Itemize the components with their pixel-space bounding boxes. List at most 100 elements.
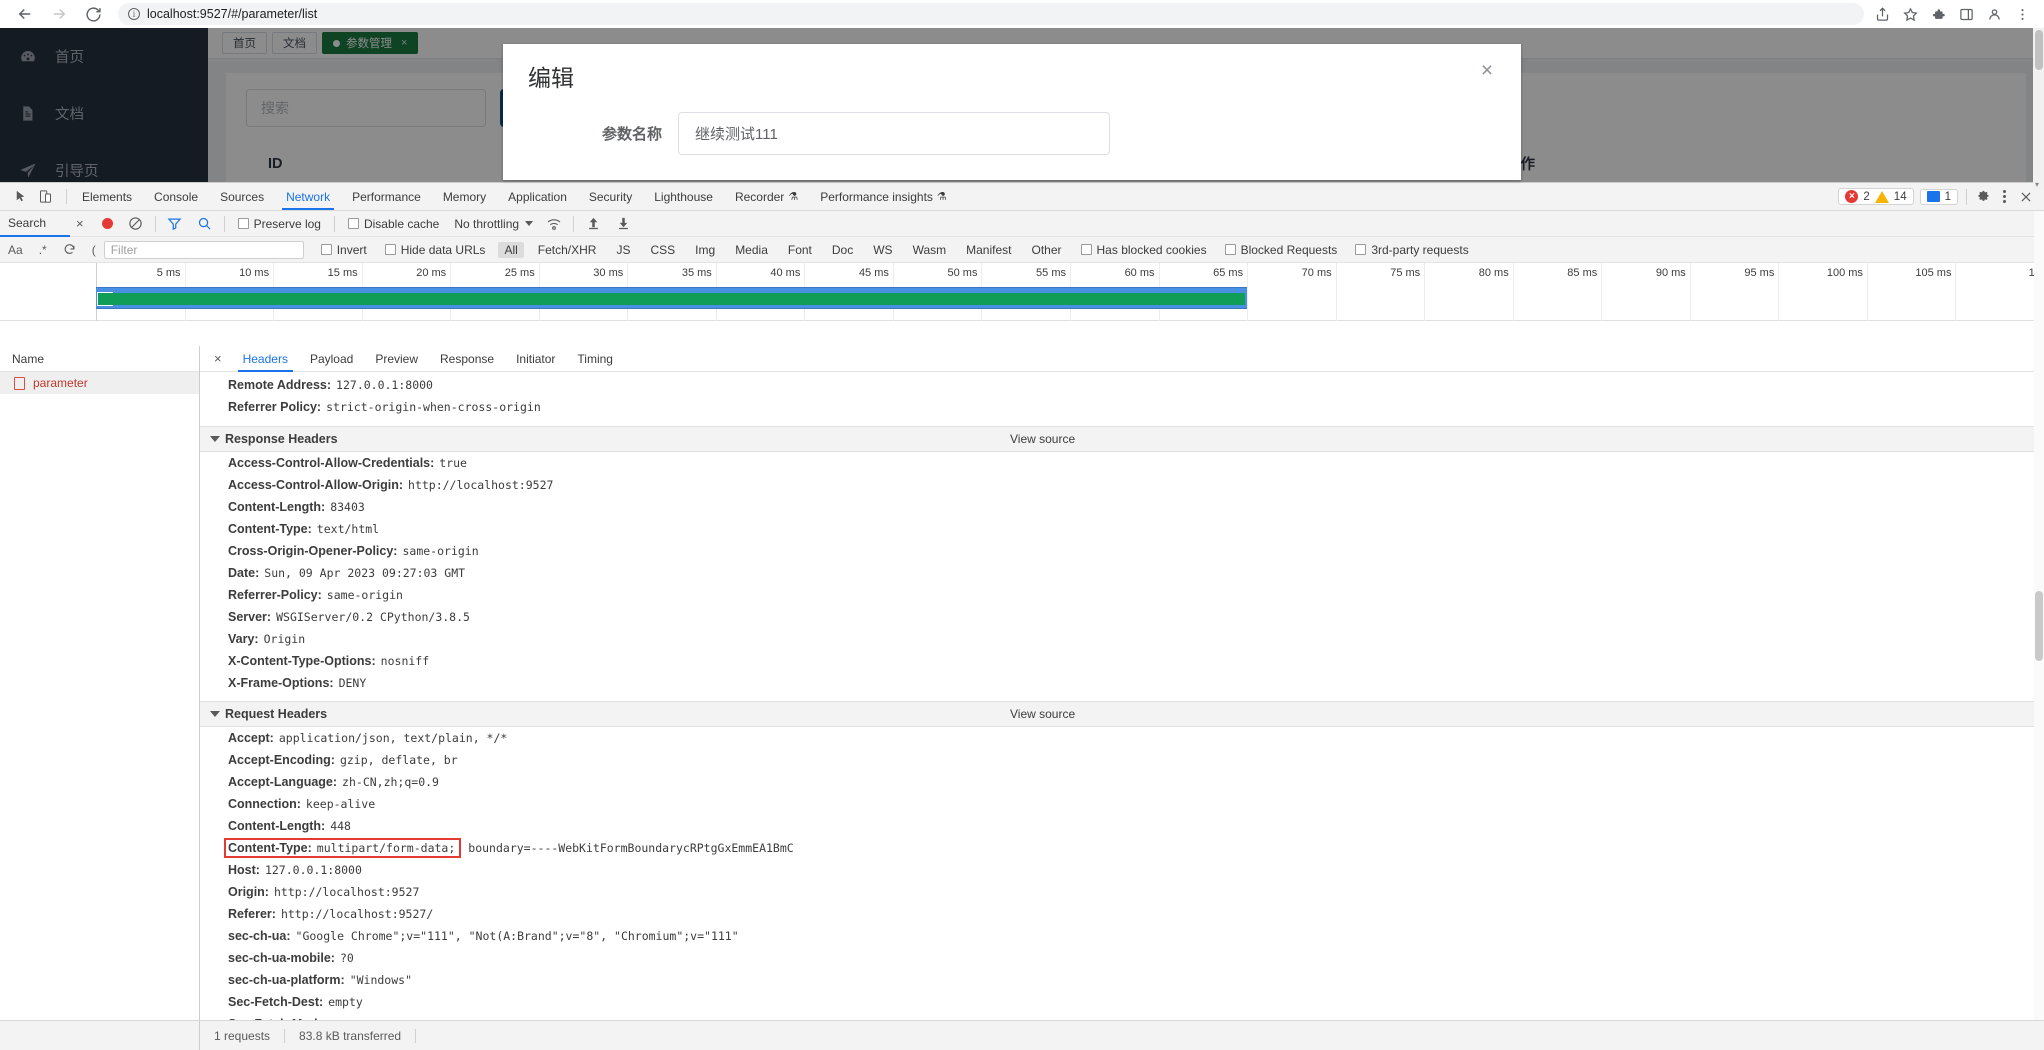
gear-icon[interactable] (1975, 188, 1992, 205)
search-input[interactable]: 搜索 (246, 89, 486, 127)
bookmark-star-icon[interactable] (1902, 6, 1918, 22)
preserve-log-checkbox[interactable]: Preserve log (237, 217, 321, 231)
detail-tab-response[interactable]: Response (429, 346, 505, 372)
hide-data-urls-checkbox[interactable]: Hide data URLs (384, 243, 485, 257)
tab-elements[interactable]: Elements (71, 183, 143, 210)
header-key: Date: (228, 566, 260, 580)
type-filter-fetch-xhr[interactable]: Fetch/XHR (532, 242, 603, 258)
device-toolbar-icon[interactable] (37, 188, 54, 205)
sidebar-item-docs[interactable]: 文档 (0, 85, 208, 142)
request-list-column-header[interactable]: Name (0, 346, 199, 372)
detail-close-icon[interactable]: × (204, 351, 232, 366)
type-filter-js[interactable]: JS (610, 242, 636, 258)
has-blocked-cookies-checkbox[interactable]: Has blocked cookies (1080, 243, 1207, 257)
sidepanel-icon[interactable] (1958, 6, 1974, 22)
wifi-settings-icon[interactable] (546, 216, 562, 232)
app-tab-home[interactable]: 首页 (222, 32, 267, 54)
address-bar[interactable]: i localhost:9527/#/parameter/list (118, 3, 1864, 25)
detail-tab-payload[interactable]: Payload (299, 346, 364, 372)
app-tab-close-icon[interactable]: × (401, 37, 407, 49)
type-filter-doc[interactable]: Doc (826, 242, 859, 258)
download-arrow-icon[interactable] (615, 216, 631, 232)
scroll-down-arrow-icon[interactable]: ▾ (2035, 180, 2039, 189)
response-headers-section[interactable]: Response Headers View source (200, 426, 2044, 452)
type-filter-img[interactable]: Img (689, 242, 721, 258)
search-tab[interactable]: Search (0, 211, 70, 237)
view-source-link[interactable]: View source (1010, 432, 1075, 446)
checkbox-icon[interactable] (320, 244, 332, 255)
close-icon[interactable]: × (1475, 58, 1499, 82)
checkbox-icon[interactable] (347, 218, 359, 229)
type-filter-manifest[interactable]: Manifest (960, 242, 1017, 258)
app-tab-parameter-management[interactable]: 参数管理 × (322, 32, 419, 54)
checkbox-icon[interactable] (1224, 244, 1236, 255)
type-filter-all[interactable]: All (498, 241, 524, 258)
tab-application[interactable]: Application (497, 183, 578, 210)
inspect-element-icon[interactable] (12, 188, 29, 205)
tab-performance[interactable]: Performance (341, 183, 432, 210)
tab-console[interactable]: Console (143, 183, 209, 210)
network-overview-timeline[interactable]: 5 ms 10 ms 15 ms 20 ms 25 ms 30 ms 35 ms 40 ms 4… (0, 263, 2044, 321)
funnel-filter-icon[interactable] (167, 216, 183, 232)
reload-icon[interactable] (78, 2, 108, 26)
detail-tab-initiator[interactable]: Initiator (505, 346, 566, 372)
type-filter-font[interactable]: Font (782, 242, 818, 258)
browser-kebab-menu-icon[interactable] (2014, 6, 2030, 22)
detail-scrollbar-thumb[interactable] (2035, 591, 2043, 661)
detail-tab-preview[interactable]: Preview (364, 346, 429, 372)
upload-arrow-icon[interactable] (585, 216, 601, 232)
parameter-name-input[interactable]: 继续测试111 (678, 112, 1110, 155)
blocked-requests-checkbox[interactable]: Blocked Requests (1224, 243, 1337, 257)
page-scrollbar[interactable]: ▾ (2033, 28, 2044, 190)
tab-sources[interactable]: Sources (209, 183, 275, 210)
type-filter-css[interactable]: CSS (644, 242, 681, 258)
regex-icon[interactable]: .* (31, 243, 55, 257)
clear-no-entry-icon[interactable] (128, 216, 144, 232)
tab-recorder[interactable]: Recorder ⚗ (724, 183, 809, 210)
checkbox-icon[interactable] (237, 218, 249, 229)
tab-security[interactable]: Security (578, 183, 643, 210)
detail-tab-headers[interactable]: Headers (232, 346, 299, 372)
refresh-icon[interactable] (55, 243, 84, 256)
checkbox-icon[interactable] (1355, 244, 1367, 255)
view-source-link[interactable]: View source (1010, 707, 1075, 721)
extensions-puzzle-icon[interactable] (1930, 6, 1946, 22)
request-row-parameter[interactable]: parameter (0, 372, 199, 394)
invert-checkbox[interactable]: Invert (320, 243, 367, 257)
checkbox-icon[interactable] (1080, 244, 1092, 255)
type-filter-ws[interactable]: WS (867, 242, 898, 258)
type-filter-media[interactable]: Media (729, 242, 774, 258)
detail-tab-timing[interactable]: Timing (566, 346, 624, 372)
type-filter-wasm[interactable]: Wasm (907, 242, 953, 258)
profile-avatar-icon[interactable] (1986, 6, 2002, 22)
throttling-dropdown[interactable]: No throttling (454, 217, 534, 231)
checkbox-icon[interactable] (384, 244, 396, 255)
record-circle-icon[interactable] (101, 218, 113, 229)
app-tab-docs[interactable]: 文档 (272, 32, 317, 54)
close-icon[interactable] (2017, 188, 2034, 205)
search-close-icon[interactable]: × (70, 216, 94, 231)
type-filter-other[interactable]: Other (1026, 242, 1068, 258)
disable-cache-checkbox[interactable]: Disable cache (347, 217, 439, 231)
page-scrollbar-thumb[interactable] (2035, 30, 2043, 70)
tab-memory[interactable]: Memory (432, 183, 497, 210)
filter-input[interactable]: Filter (103, 240, 304, 259)
site-info-icon[interactable]: i (128, 8, 140, 20)
issue-counters[interactable]: × 2 14 (1838, 188, 1914, 205)
tab-lighthouse[interactable]: Lighthouse (643, 183, 724, 210)
detail-scrollbar[interactable] (2034, 211, 2044, 1020)
sidebar-item-home[interactable]: 首页 (0, 28, 208, 85)
tab-network[interactable]: Network (275, 183, 341, 210)
tab-performance-insights[interactable]: Performance insights ⚗ (809, 183, 958, 210)
back-icon[interactable] (10, 2, 40, 26)
header-value: 127.0.0.1:8000 (336, 378, 433, 392)
dialog-title: 编辑 (528, 64, 574, 91)
message-counter[interactable]: 1 (1919, 188, 1958, 205)
request-headers-section[interactable]: Request Headers View source (200, 701, 2044, 727)
match-case-icon[interactable]: Aa (0, 243, 31, 257)
devtools-kebab-menu-icon[interactable] (1998, 190, 2011, 203)
magnifier-icon[interactable] (197, 216, 213, 232)
third-party-requests-checkbox[interactable]: 3rd-party requests (1355, 243, 1469, 257)
header-key: X-Content-Type-Options: (228, 654, 376, 668)
share-icon[interactable] (1874, 6, 1890, 22)
